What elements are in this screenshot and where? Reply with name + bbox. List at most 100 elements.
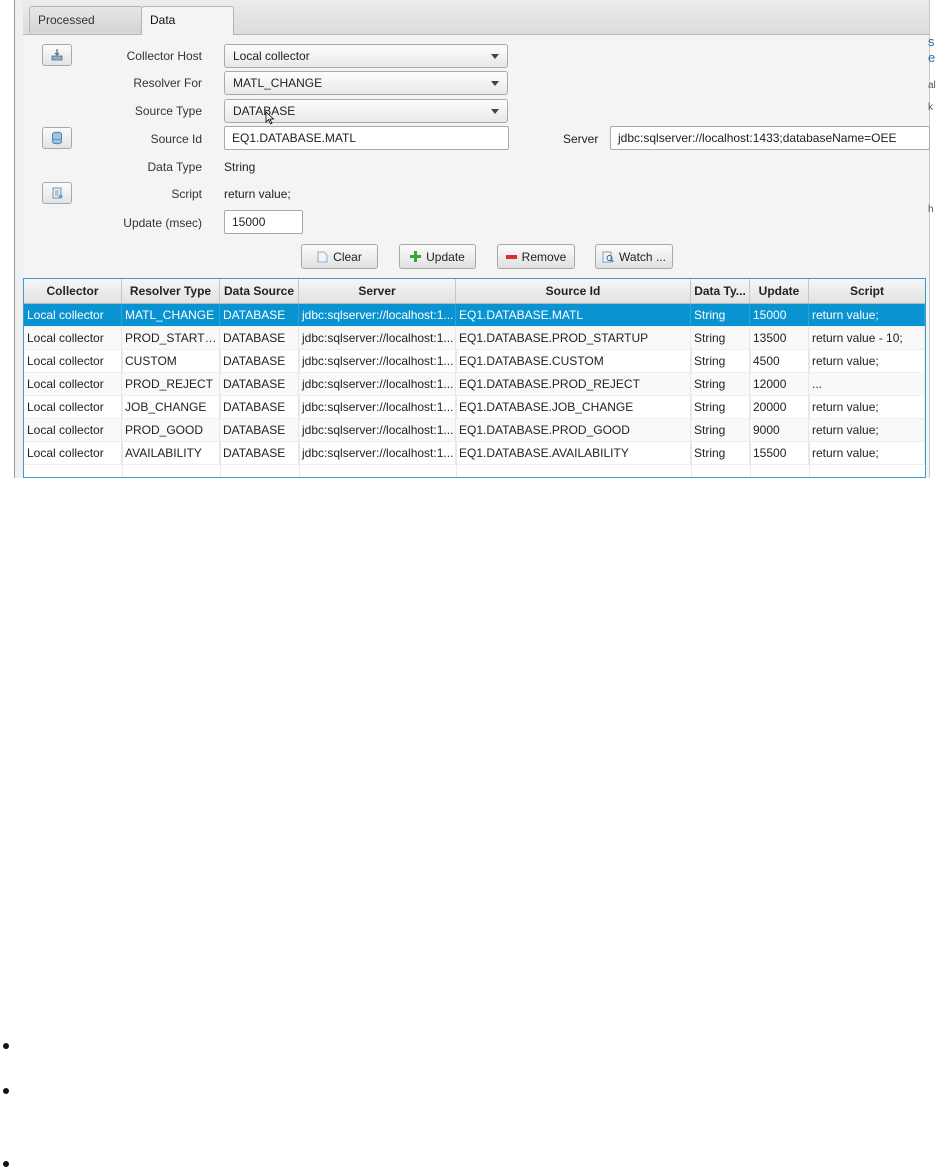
cell-data-source: DATABASE xyxy=(220,327,299,349)
cell-resolver-type: AVAILABILITY xyxy=(122,442,220,464)
update-button[interactable]: Update xyxy=(399,244,476,269)
watch-button[interactable]: Watch ... xyxy=(595,244,673,269)
cell-source-id: EQ1.DATABASE.PROD_REJECT xyxy=(456,373,691,395)
tab-processed-material[interactable]: Processed Material xyxy=(29,6,142,54)
table-row[interactable]: Local collector MATL_CHANGE DATABASE jdbc:s… xyxy=(24,304,925,327)
bullet-point xyxy=(3,1043,9,1049)
content-area: Collector Host Local collector Resolver … xyxy=(23,35,930,478)
edge-fragment: al xyxy=(928,80,936,91)
cell-update: 15500 xyxy=(750,442,809,464)
cell-source-id: EQ1.DATABASE.CUSTOM xyxy=(456,350,691,372)
data-type-value: String xyxy=(224,160,256,174)
update-button-label: Update xyxy=(426,249,465,264)
tab-bar: Processed Material Data Collection xyxy=(23,0,929,54)
remove-button[interactable]: Remove xyxy=(497,244,575,269)
chevron-down-icon xyxy=(491,109,499,114)
cell-script: return value; xyxy=(809,442,925,464)
column-header-collector[interactable]: Collector xyxy=(24,279,122,303)
source-type-label: Source Type xyxy=(134,104,202,118)
cell-data-type: String xyxy=(691,327,750,349)
column-header-server[interactable]: Server xyxy=(299,279,456,303)
cell-source-id: EQ1.DATABASE.PROD_STARTUP xyxy=(456,327,691,349)
cell-resolver-type: PROD_REJECT xyxy=(122,373,220,395)
cell-update: 12000 xyxy=(750,373,809,395)
table-row[interactable]: Local collector PROD_REJECT DATABASE jdbc:s… xyxy=(24,373,925,396)
bullet-point xyxy=(3,1161,9,1167)
script-value[interactable]: return value; xyxy=(224,187,291,201)
cell-data-type: String xyxy=(691,419,750,441)
bullet-point xyxy=(3,1088,9,1094)
column-header-script[interactable]: Script xyxy=(809,279,925,303)
table-row[interactable]: Local collector PROD_STARTUP DATABASE jdbc:… xyxy=(24,327,925,350)
cell-server: jdbc:sqlserver://localhost:1... xyxy=(299,396,456,418)
cell-resolver-type: MATL_CHANGE xyxy=(122,304,220,326)
cell-collector: Local collector xyxy=(24,304,122,326)
server-field[interactable]: jdbc:sqlserver://localhost:1433;database… xyxy=(610,126,930,150)
clear-button[interactable]: Clear xyxy=(301,244,378,269)
script-label: Script xyxy=(171,187,202,201)
table-row[interactable]: Local collector AVAILABILITY DATABASE jdbc:… xyxy=(24,442,925,465)
resolver-for-select[interactable]: MATL_CHANGE xyxy=(224,71,508,95)
resolver-for-value: MATL_CHANGE xyxy=(233,76,323,90)
cell-resolver-type: JOB_CHANGE xyxy=(122,396,220,418)
cell-collector: Local collector xyxy=(24,327,122,349)
cell-resolver-type: CUSTOM xyxy=(122,350,220,372)
collector-host-value: Local collector xyxy=(233,49,310,63)
edge-fragment: k xyxy=(928,102,933,113)
source-id-field[interactable]: EQ1.DATABASE.MATL xyxy=(224,126,509,150)
cell-update: 15000 xyxy=(750,304,809,326)
clear-button-label: Clear xyxy=(333,249,362,264)
column-header-resolver-type[interactable]: Resolver Type xyxy=(122,279,220,303)
cell-server: jdbc:sqlserver://localhost:1... xyxy=(299,442,456,464)
cell-source-id: EQ1.DATABASE.JOB_CHANGE xyxy=(456,396,691,418)
cell-collector: Local collector xyxy=(24,350,122,372)
cell-script: return value - 10; xyxy=(809,327,925,349)
cell-update: 13500 xyxy=(750,327,809,349)
resolver-for-label: Resolver For xyxy=(133,76,202,90)
cell-update: 9000 xyxy=(750,419,809,441)
mouse-cursor-icon xyxy=(265,111,275,125)
column-header-data-type[interactable]: Data Ty... xyxy=(691,279,750,303)
cell-server: jdbc:sqlserver://localhost:1... xyxy=(299,327,456,349)
watch-button-label: Watch ... xyxy=(619,249,666,264)
cell-data-type: String xyxy=(691,442,750,464)
cell-data-source: DATABASE xyxy=(220,373,299,395)
cell-collector: Local collector xyxy=(24,442,122,464)
tab-data-collection[interactable]: Data Collection xyxy=(141,6,234,54)
cell-server: jdbc:sqlserver://localhost:1... xyxy=(299,373,456,395)
cell-data-type: String xyxy=(691,304,750,326)
cell-data-source: DATABASE xyxy=(220,350,299,372)
cell-script: return value; xyxy=(809,419,925,441)
collector-table[interactable]: Collector Resolver Type Data Source Serv… xyxy=(23,278,926,478)
cell-server: jdbc:sqlserver://localhost:1... xyxy=(299,419,456,441)
cell-source-id: EQ1.DATABASE.AVAILABILITY xyxy=(456,442,691,464)
collector-host-select[interactable]: Local collector xyxy=(224,44,508,68)
plus-icon xyxy=(410,251,422,262)
table-body: Local collector MATL_CHANGE DATABASE jdbc:s… xyxy=(24,304,925,465)
table-row[interactable]: Local collector JOB_CHANGE DATABASE jdbc:sq… xyxy=(24,396,925,419)
cell-collector: Local collector xyxy=(24,373,122,395)
cell-script: return value; xyxy=(809,396,925,418)
cell-script: return value; xyxy=(809,304,925,326)
edge-fragment: s xyxy=(928,34,935,49)
column-header-update[interactable]: Update xyxy=(750,279,809,303)
table-row[interactable]: Local collector PROD_GOOD DATABASE jdbc:sql… xyxy=(24,419,925,442)
cell-data-type: String xyxy=(691,350,750,372)
cell-source-id: EQ1.DATABASE.PROD_GOOD xyxy=(456,419,691,441)
cell-update: 20000 xyxy=(750,396,809,418)
minus-icon xyxy=(505,254,517,259)
cell-script: ... xyxy=(809,373,925,395)
watch-icon xyxy=(602,251,614,262)
remove-button-label: Remove xyxy=(521,249,567,264)
table-header: Collector Resolver Type Data Source Serv… xyxy=(24,279,925,304)
column-header-data-source[interactable]: Data Source xyxy=(220,279,299,303)
edge-fragment: h xyxy=(928,204,934,215)
cell-data-source: DATABASE xyxy=(220,419,299,441)
cell-update: 4500 xyxy=(750,350,809,372)
update-msec-field[interactable]: 15000 xyxy=(224,210,303,234)
cell-collector: Local collector xyxy=(24,396,122,418)
clear-icon xyxy=(317,251,328,262)
column-header-source-id[interactable]: Source Id xyxy=(456,279,691,303)
cell-server: jdbc:sqlserver://localhost:1... xyxy=(299,350,456,372)
table-row[interactable]: Local collector CUSTOM DATABASE jdbc:sqlser… xyxy=(24,350,925,373)
